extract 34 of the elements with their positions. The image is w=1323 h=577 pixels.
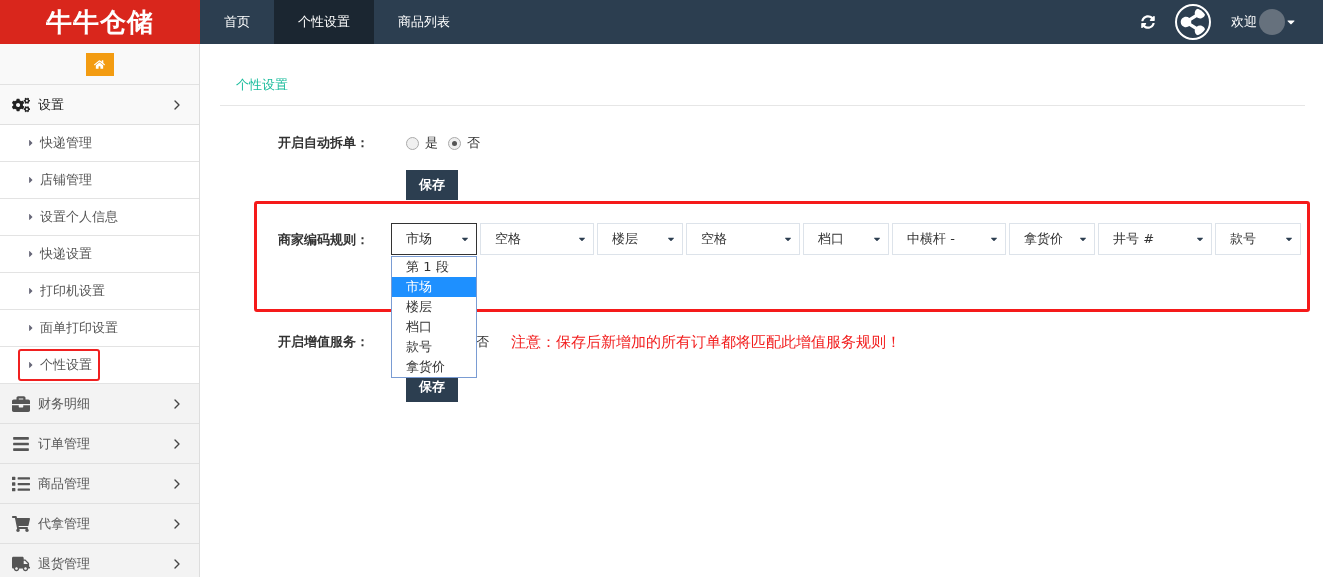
field-label: 商家编码规则： (277, 231, 370, 249)
truck-icon (12, 554, 30, 573)
nav-tab[interactable]: 商品列表 (374, 0, 474, 44)
home-icon (94, 58, 105, 70)
refresh-icon[interactable] (1141, 15, 1155, 29)
briefcase-icon (12, 394, 30, 413)
field-label: 开启自动拆单： (277, 134, 370, 152)
warning-text: 注意：保存后新增加的所有订单都将匹配此增值服务规则！ (511, 332, 901, 352)
gears-icon (12, 95, 30, 114)
select-field[interactable]: 中横杆 - (892, 223, 1006, 255)
share-icon[interactable] (1175, 4, 1211, 40)
logo: 牛牛仓储 (0, 0, 200, 44)
select-field[interactable]: 井号 # (1098, 223, 1212, 255)
sidebar-group[interactable]: 设置 (0, 85, 199, 125)
select-field[interactable]: 空格 (480, 223, 594, 255)
radio-option[interactable]: 否 (448, 134, 480, 152)
list-icon (12, 474, 30, 493)
select-field[interactable]: 拿货价 (1009, 223, 1095, 255)
welcome-text[interactable]: 欢迎 (1231, 13, 1257, 31)
select-field[interactable]: 款号 (1215, 223, 1301, 255)
blurred-name (1259, 9, 1285, 35)
menu-icon (12, 434, 30, 453)
select-field[interactable]: 空格 (686, 223, 800, 255)
nav-tab[interactable]: 个性设置 (274, 0, 374, 44)
cart-icon (12, 514, 30, 533)
select-field[interactable]: 市场 (391, 223, 477, 255)
radio-option[interactable]: 是 (406, 134, 438, 152)
radio-label[interactable]: 否 (476, 333, 489, 351)
select-field[interactable]: 档口 (803, 223, 889, 255)
select-field[interactable]: 楼层 (597, 223, 683, 255)
sidebar-item[interactable]: 个性设置 (18, 349, 100, 381)
nav-tab[interactable]: 首页 (200, 0, 274, 44)
field-label: 开启增值服务： (277, 333, 370, 351)
save-button[interactable]: 保存 (406, 170, 458, 200)
